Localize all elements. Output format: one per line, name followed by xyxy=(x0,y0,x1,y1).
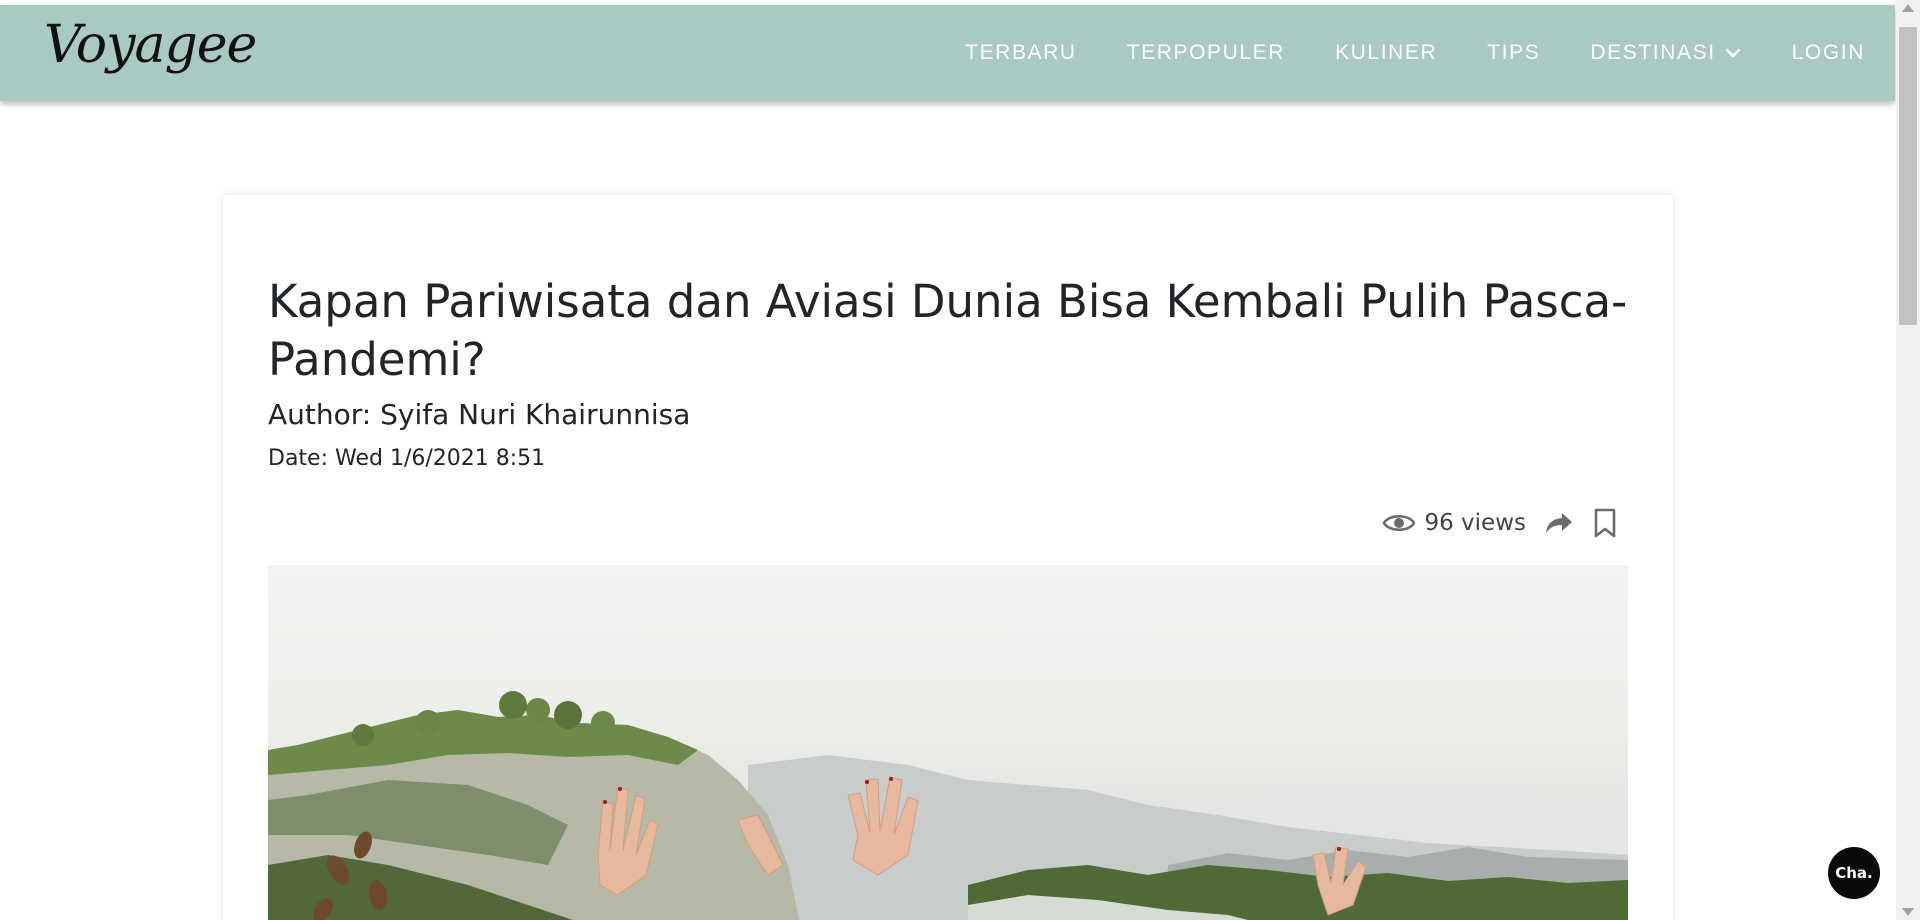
nav-menu: TERBARU TERPOPULER KULINER TIPS DESTINAS… xyxy=(915,5,1865,101)
chat-button[interactable]: Cha. xyxy=(1828,847,1880,899)
article-author: Author: Syifa Nuri Khairunnisa xyxy=(268,398,691,431)
hero-photo xyxy=(268,691,1628,920)
chevron-down-icon xyxy=(1725,48,1740,58)
nav-item-kuliner[interactable]: KULINER xyxy=(1335,41,1437,65)
nav-item-login[interactable]: LOGIN xyxy=(1792,41,1865,65)
page: Voyagee TERBARU TERPOPULER KULINER TIPS … xyxy=(0,0,1920,920)
nav-item-destinasi[interactable]: DESTINASI xyxy=(1590,41,1741,65)
article-date: Date: Wed 1/6/2021 8:51 xyxy=(268,446,546,471)
brand-logo[interactable]: Voyagee xyxy=(44,15,257,75)
scroll-up-arrow-icon[interactable] xyxy=(1902,4,1914,12)
view-count: 96 views xyxy=(1382,510,1526,536)
article-title: Kapan Pariwisata dan Aviasi Dunia Bisa K… xyxy=(268,275,1628,386)
scroll-down-arrow-icon[interactable] xyxy=(1902,908,1914,916)
view-count-label: 96 views xyxy=(1424,510,1526,536)
bookmark-button[interactable] xyxy=(1592,508,1618,538)
bookmark-icon xyxy=(1594,508,1616,538)
share-icon xyxy=(1546,513,1572,533)
share-button[interactable] xyxy=(1544,510,1574,536)
nav-item-terpopuler[interactable]: TERPOPULER xyxy=(1127,41,1285,65)
scrollbar-thumb[interactable] xyxy=(1899,27,1917,325)
article-hero-image xyxy=(268,565,1628,920)
article-card: Kapan Pariwisata dan Aviasi Dunia Bisa K… xyxy=(223,195,1673,920)
nav-item-terbaru[interactable]: TERBARU xyxy=(965,41,1077,65)
navbar: Voyagee TERBARU TERPOPULER KULINER TIPS … xyxy=(0,5,1895,101)
eye-icon xyxy=(1382,514,1416,532)
nav-item-destinasi-label: DESTINASI xyxy=(1590,41,1716,64)
page-scrollbar[interactable] xyxy=(1896,0,1920,920)
nav-item-tips[interactable]: TIPS xyxy=(1487,41,1540,65)
article-meta: 96 views xyxy=(1382,508,1618,538)
